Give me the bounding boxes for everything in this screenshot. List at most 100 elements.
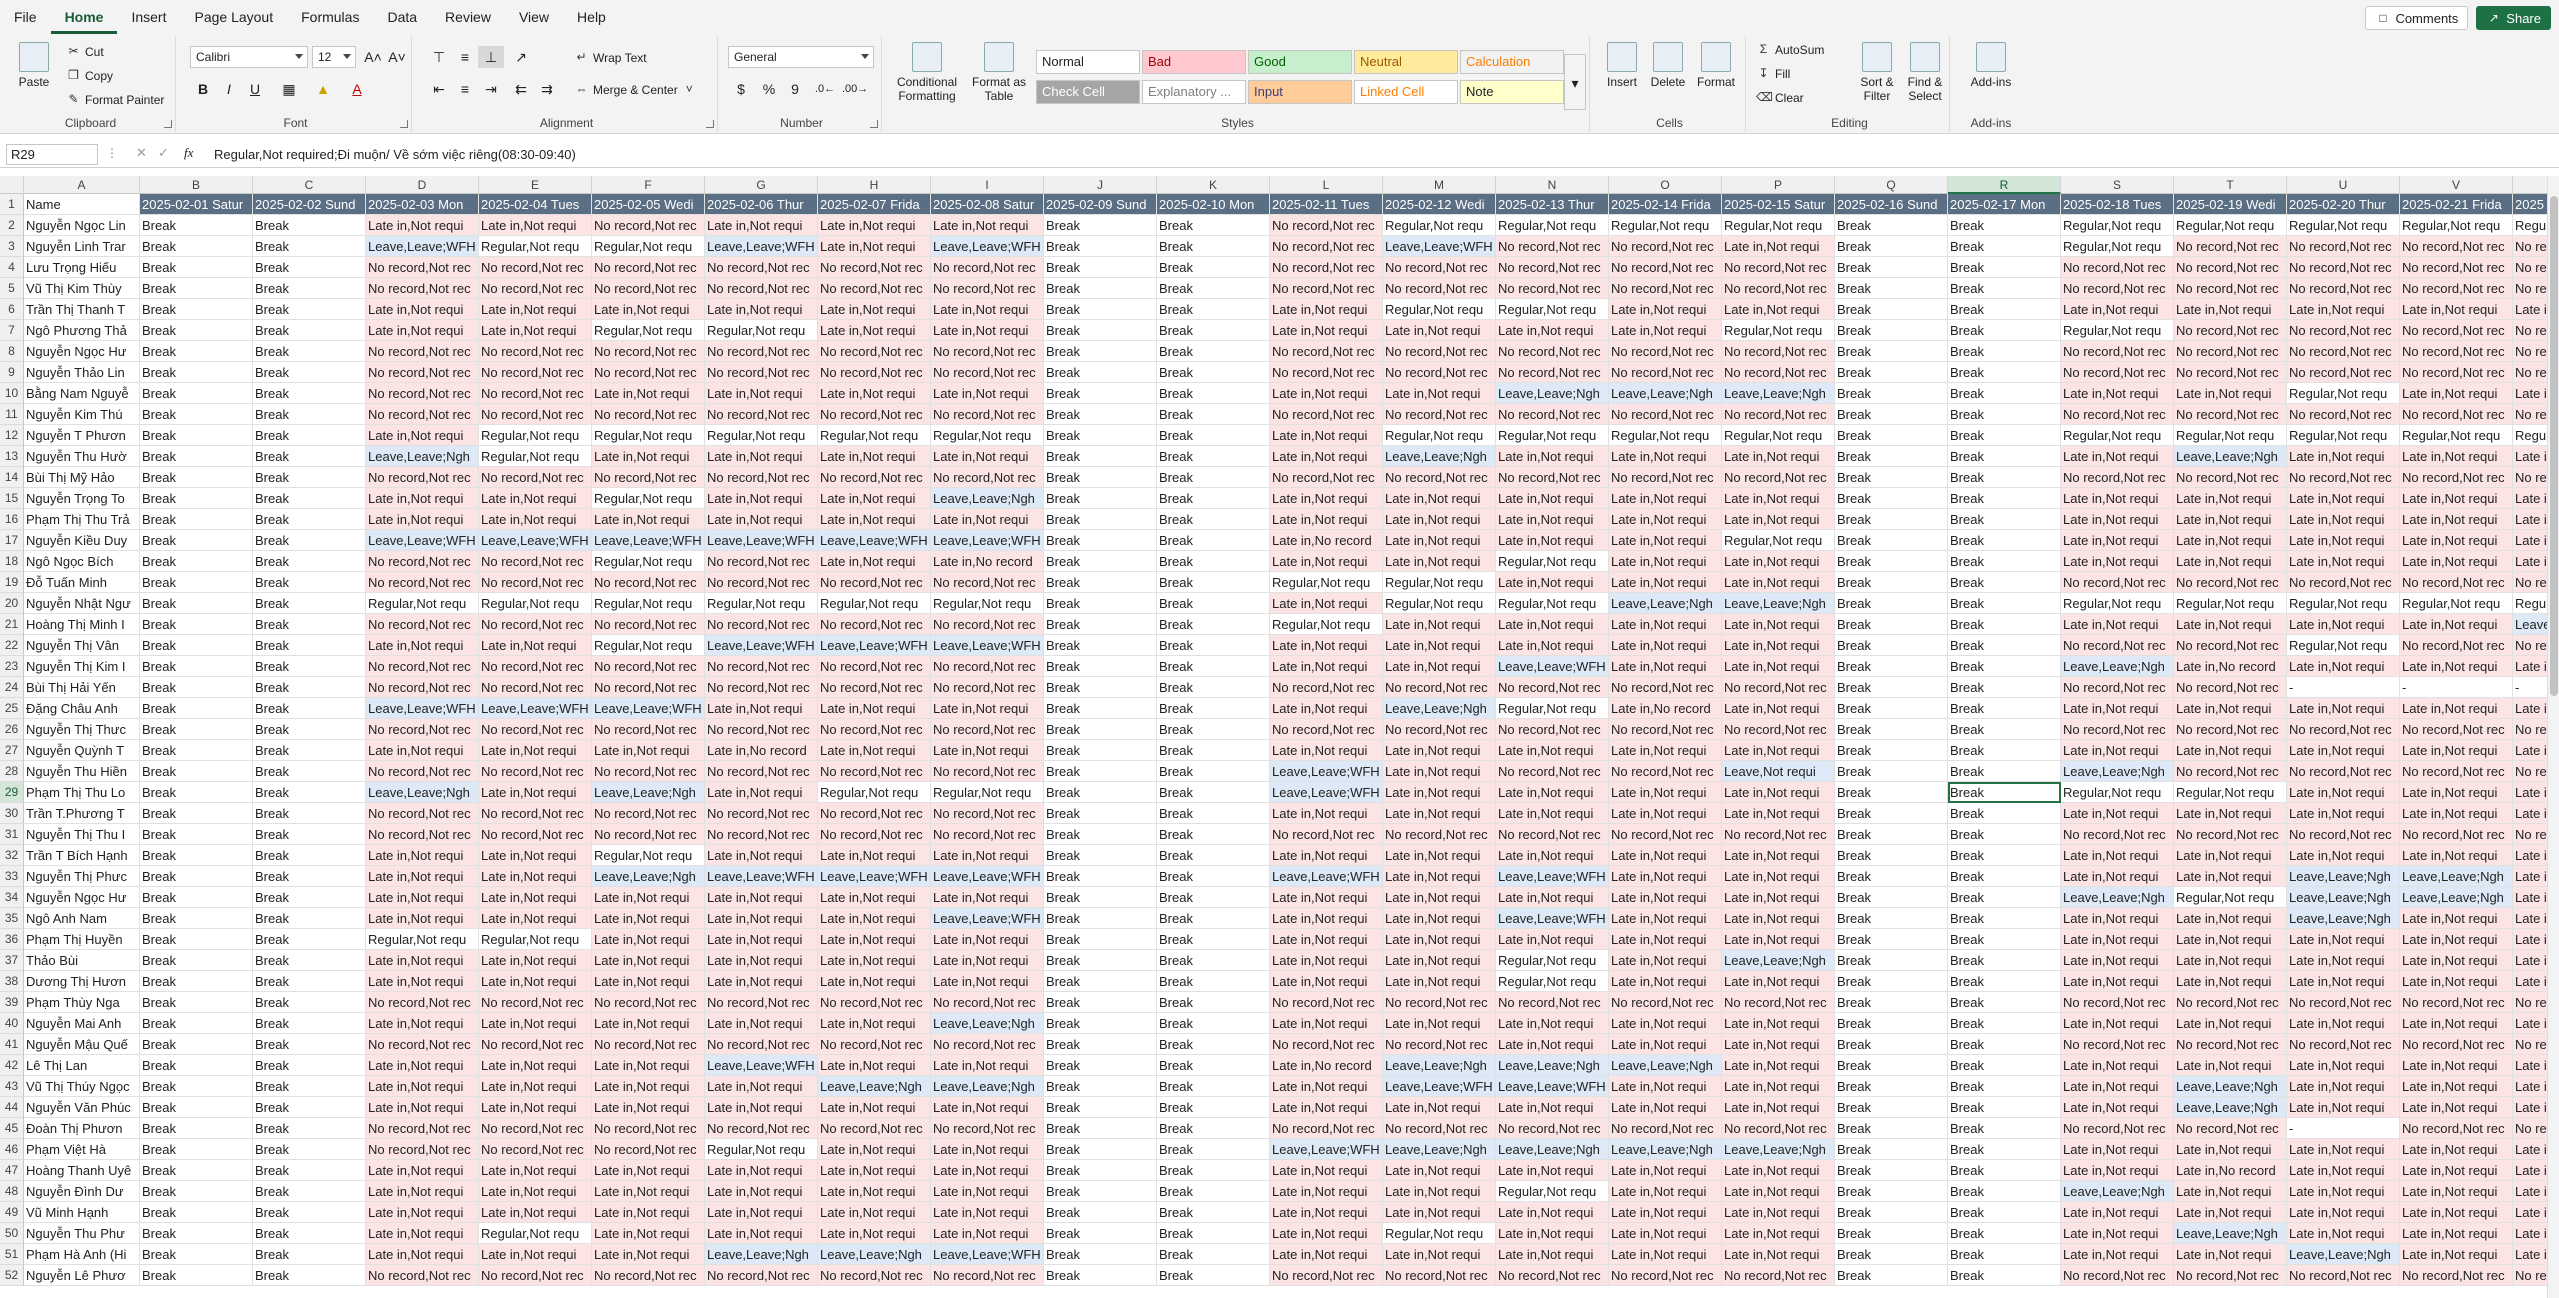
cell[interactable]: Break	[1948, 1202, 2061, 1223]
row-header[interactable]: 13	[0, 446, 24, 467]
cell[interactable]: Regular,Not requ	[2287, 593, 2400, 614]
cell[interactable]: No record,Not rec	[1609, 1118, 1722, 1139]
cell[interactable]: Break	[140, 698, 253, 719]
cell[interactable]: Break	[253, 656, 366, 677]
clear-button[interactable]: ⌫ Clear	[1756, 90, 1804, 105]
cell[interactable]: Late in,Not requi	[931, 740, 1044, 761]
cell[interactable]: Late in,Not requi	[2287, 299, 2400, 320]
cell[interactable]: Late in,Not requi	[1383, 530, 1496, 551]
cell[interactable]: Late in,Not requi	[818, 1139, 931, 1160]
cell[interactable]: Break	[1835, 425, 1948, 446]
cell-name[interactable]: Đỗ Tuấn Minh	[24, 572, 140, 593]
cell[interactable]: No record,Not rec	[818, 362, 931, 383]
cell[interactable]: Leave,Leave;Ngh	[2061, 656, 2174, 677]
cell[interactable]: No record,Not rec	[479, 278, 592, 299]
cell[interactable]: Late in,Not requi	[1383, 740, 1496, 761]
cell[interactable]: Late in,Not requi	[2061, 929, 2174, 950]
cell[interactable]: Late in,Not requi	[2061, 1055, 2174, 1076]
cell[interactable]: Break	[1835, 698, 1948, 719]
cell[interactable]: Late in,Not requi	[1270, 635, 1383, 656]
cell[interactable]: Break	[1948, 677, 2061, 698]
cell-name[interactable]: Nguyễn T Phươn	[24, 425, 140, 446]
cell[interactable]: Late in,Not requi	[818, 236, 931, 257]
cell[interactable]: No record,Not rec	[818, 404, 931, 425]
cell[interactable]: No record,Not rec	[592, 1139, 705, 1160]
column-header-N[interactable]: N	[1496, 176, 1609, 194]
cell[interactable]: Break	[253, 1013, 366, 1034]
cell[interactable]: Late in,Not requi	[818, 1160, 931, 1181]
cell[interactable]: Break	[1157, 677, 1270, 698]
cell[interactable]: Leave,Leave;Ngh	[2287, 866, 2400, 887]
cell[interactable]: Late in,Not requi	[366, 1076, 479, 1097]
cell[interactable]: No record,Not rec	[1609, 236, 1722, 257]
cell[interactable]: Late in,Not requi	[1609, 1076, 1722, 1097]
cell[interactable]: No record,Not rec	[818, 1034, 931, 1055]
cell[interactable]: Leave,Leave;WFH	[818, 866, 931, 887]
row-header[interactable]: 7	[0, 320, 24, 341]
cell[interactable]: Break	[1948, 383, 2061, 404]
select-all-corner[interactable]	[0, 176, 24, 194]
cell[interactable]: Late in,Not requi	[1270, 929, 1383, 950]
cell[interactable]: Break	[1157, 572, 1270, 593]
cell-name[interactable]: Nguyễn Ngọc Lin	[24, 215, 140, 236]
cell[interactable]: Break	[1948, 488, 2061, 509]
cell[interactable]: Late in,Not requi	[2174, 551, 2287, 572]
cell[interactable]: Late in,Not requi	[818, 950, 931, 971]
cell[interactable]: Break	[253, 614, 366, 635]
cell[interactable]: No record,Not rec	[931, 677, 1044, 698]
cell[interactable]: Break	[140, 362, 253, 383]
cell[interactable]: No record,Not rec	[1383, 677, 1496, 698]
cell[interactable]: Break	[1157, 530, 1270, 551]
cell[interactable]: Late in,Not requi	[1609, 572, 1722, 593]
row-header[interactable]: 45	[0, 1118, 24, 1139]
cell[interactable]: Late in,Not requi	[479, 887, 592, 908]
cell[interactable]: Late in,Not requi	[2400, 845, 2513, 866]
cell[interactable]: Regular,Not requ	[2400, 425, 2513, 446]
cell[interactable]: Leave,Leave;Ngh	[1609, 593, 1722, 614]
cell[interactable]: No record,Not rec	[2400, 1265, 2513, 1286]
cell-name[interactable]: Nguyễn Thu Phư	[24, 1223, 140, 1244]
cell[interactable]: Break	[140, 278, 253, 299]
cell[interactable]: Break	[1157, 1076, 1270, 1097]
cell[interactable]: Regular,Not requ	[2400, 215, 2513, 236]
cell[interactable]: Break	[1044, 467, 1157, 488]
cell[interactable]: Late in,Not requi	[705, 383, 818, 404]
cell[interactable]: Late in,Not requi	[1722, 635, 1835, 656]
cell[interactable]: Break	[1044, 1055, 1157, 1076]
cell[interactable]: Late in,Not requi	[1609, 656, 1722, 677]
cell[interactable]: Regular,Not requ	[705, 320, 818, 341]
cell[interactable]: Late in,Not requi	[2061, 1139, 2174, 1160]
cell[interactable]: Break	[253, 803, 366, 824]
cell[interactable]: Leave,Leave;Ngh	[1383, 1139, 1496, 1160]
row-header[interactable]: 23	[0, 656, 24, 677]
comments-button[interactable]: □ Comments	[2365, 6, 2469, 30]
cell[interactable]: No record,Not rec	[705, 362, 818, 383]
cell[interactable]: Break	[1044, 215, 1157, 236]
cell[interactable]: Late in,Not requi	[931, 698, 1044, 719]
cell[interactable]: No record,Not rec	[2174, 992, 2287, 1013]
cell[interactable]: No record,Not rec	[2287, 719, 2400, 740]
cell[interactable]: Late in,Not requi	[2400, 551, 2513, 572]
cell[interactable]: Break	[1044, 992, 1157, 1013]
cell[interactable]: Break	[1157, 719, 1270, 740]
cell-name[interactable]: Hoàng Thanh Uyê	[24, 1160, 140, 1181]
cell-style-bad[interactable]: Bad	[1142, 50, 1246, 74]
cell[interactable]: No record,Not rec	[705, 824, 818, 845]
cell-style-neutral[interactable]: Neutral	[1354, 50, 1458, 74]
cell[interactable]: Break	[1835, 299, 1948, 320]
cell[interactable]: Late in,Not requi	[931, 1160, 1044, 1181]
cell[interactable]: Regular,Not requ	[592, 551, 705, 572]
cell[interactable]: Break	[1157, 845, 1270, 866]
cell[interactable]: Break	[1157, 1160, 1270, 1181]
cell[interactable]: No record,Not rec	[366, 656, 479, 677]
cell[interactable]: Break	[1835, 362, 1948, 383]
cell[interactable]: Leave,Leave;Ngh	[1722, 593, 1835, 614]
cell[interactable]: Break	[253, 761, 366, 782]
row-header[interactable]: 36	[0, 929, 24, 950]
cell[interactable]: Late in,Not requi	[592, 1160, 705, 1181]
cell[interactable]: Regular,Not requ	[2061, 593, 2174, 614]
cell[interactable]: Late in,Not requi	[1383, 1160, 1496, 1181]
row-header[interactable]: 34	[0, 887, 24, 908]
cell[interactable]: No record,Not rec	[2400, 824, 2513, 845]
cell[interactable]: Break	[1835, 278, 1948, 299]
